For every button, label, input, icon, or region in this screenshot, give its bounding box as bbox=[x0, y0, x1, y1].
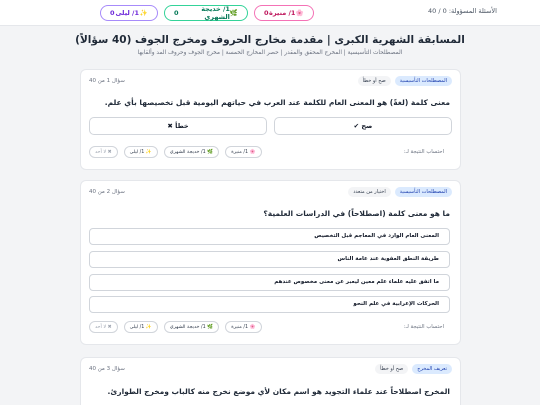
score-assign-label: احتساب النتيجة لـ: bbox=[403, 149, 444, 155]
type-badge: اختيار من متعدد bbox=[348, 187, 391, 197]
top-bar: الأسئلة المسؤولة: 0 / 40 🌸 1/ منيرة 0 🌿 … bbox=[0, 0, 540, 26]
question-text: ما هو معنى كلمة (اصطلاحاً) في الدراسات ا… bbox=[263, 209, 450, 218]
type-badge: صح أو خطأ bbox=[357, 76, 391, 86]
score-assign-row: احتساب النتيجة لـ: 🌸 1/ منيرة 🌿 1/ خديجة… bbox=[89, 146, 452, 160]
question-number: سؤال 3 من 40 bbox=[89, 366, 125, 372]
question-text: المخرج اصطلاحاً عند علماء التجويد هو اسم… bbox=[107, 387, 450, 396]
sparkle-icon: ✨ bbox=[139, 9, 148, 17]
question-card-3: سؤال 3 من 40 تعريف المخرج صح أو خطأ المخ… bbox=[80, 357, 461, 405]
award-player-3-button[interactable]: ✨ 1/ ليلى bbox=[123, 146, 158, 158]
answer-option-3[interactable]: ما اتفق عليه علماء علم معين ليعبر عن معن… bbox=[89, 274, 450, 291]
flower-icon: 🌸 bbox=[295, 9, 304, 17]
question-tags: المصطلحات التأسيسية اختيار من متعدد bbox=[348, 187, 452, 197]
category-badge: المصطلحات التأسيسية bbox=[394, 187, 452, 197]
award-player-1-button[interactable]: 🌸 1/ منيرة bbox=[225, 321, 262, 333]
question-text: معنى كلمة (لغةً) هو المعنى العام للكلمة … bbox=[104, 98, 450, 107]
leaf-icon: 🌿 bbox=[229, 9, 238, 17]
award-player-1-button[interactable]: 🌸 1/ منيرة bbox=[225, 146, 262, 158]
true-button[interactable]: ✔ صح bbox=[274, 117, 452, 135]
question-header: سؤال 2 من 40 المصطلحات التأسيسية اختيار … bbox=[89, 187, 452, 199]
answer-option-2[interactable]: طريقة النطق العفوية عند عامة الناس bbox=[89, 251, 450, 268]
award-none-button[interactable]: ✖ لا أحد bbox=[89, 146, 118, 158]
player-score: 0 bbox=[174, 9, 179, 17]
player-score: 0 bbox=[110, 9, 115, 17]
question-card-1: سؤال 1 من 40 المصطلحات التأسيسية صح أو خ… bbox=[80, 69, 461, 170]
player-score: 0 bbox=[264, 9, 269, 17]
answer-option-1[interactable]: المعنى العام الوارد في المعاجم قبل التخص… bbox=[89, 228, 450, 245]
question-number: سؤال 1 من 40 bbox=[89, 78, 125, 84]
category-badge: المصطلحات التأسيسية bbox=[394, 76, 452, 86]
question-card-2: سؤال 2 من 40 المصطلحات التأسيسية اختيار … bbox=[80, 180, 461, 345]
award-player-3-button[interactable]: ✨ 1/ ليلى bbox=[123, 321, 158, 333]
score-assign-row: احتساب النتيجة لـ: 🌸 1/ منيرة 🌿 1/ خديجة… bbox=[89, 321, 452, 335]
question-number: سؤال 2 من 40 bbox=[89, 189, 125, 195]
award-none-button[interactable]: ✖ لا أحد bbox=[89, 321, 118, 333]
page-title: المسابقة الشهرية الكبرى | مقدمة مخارج ال… bbox=[75, 34, 465, 46]
player-name: 1/ ليلى bbox=[115, 9, 139, 17]
answer-option-4[interactable]: الحركات الإعرابية في علم النحو bbox=[89, 296, 450, 313]
page-subtitle: المصطلحات التأسيسية | المخرج المحقق والم… bbox=[137, 50, 403, 56]
type-badge: صح أو خطأ bbox=[375, 364, 409, 374]
question-tags: تعريف المخرج صح أو خطأ bbox=[375, 364, 452, 374]
player-score-pill-1: 🌸 1/ منيرة 0 bbox=[254, 5, 314, 21]
player-name: 1/ منيرة bbox=[269, 9, 296, 17]
question-tags: المصطلحات التأسيسية صح أو خطأ bbox=[357, 76, 452, 86]
question-header: سؤال 1 من 40 المصطلحات التأسيسية صح أو خ… bbox=[89, 76, 452, 88]
category-badge: تعريف المخرج bbox=[412, 364, 452, 374]
player-name: 1/ خديجة الشهري bbox=[201, 5, 230, 21]
false-button[interactable]: ✖ خطأ bbox=[89, 117, 267, 135]
award-player-2-button[interactable]: 🌿 1/ خديجة الشهري bbox=[163, 146, 220, 158]
score-assign-label: احتساب النتيجة لـ: bbox=[403, 324, 444, 330]
progress-counter: الأسئلة المسؤولة: 0 / 40 bbox=[428, 7, 497, 15]
question-header: سؤال 3 من 40 تعريف المخرج صح أو خطأ bbox=[89, 364, 452, 376]
player-score-pill-3: ✨ 1/ ليلى 0 bbox=[100, 5, 158, 21]
player-score-pill-2: 🌿 1/ خديجة الشهري 0 bbox=[164, 5, 248, 21]
award-player-2-button[interactable]: 🌿 1/ خديجة الشهري bbox=[163, 321, 220, 333]
